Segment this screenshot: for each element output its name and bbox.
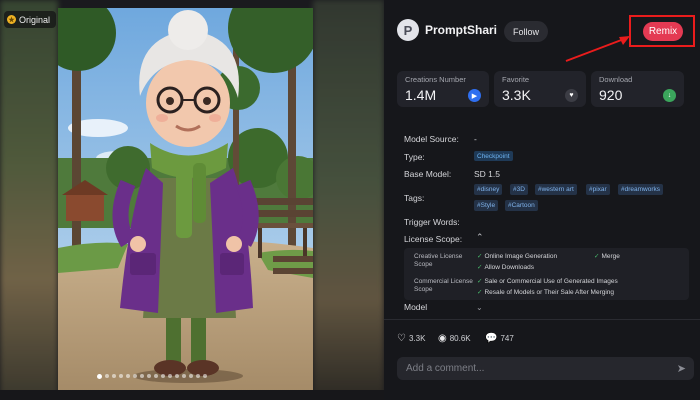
- avatar[interactable]: P: [397, 19, 419, 41]
- download-icon[interactable]: ↓: [663, 89, 676, 102]
- license-item: ✓ Online Image Generation: [477, 253, 558, 260]
- license-item: ✓ Allow Downloads: [477, 264, 534, 271]
- model-source-label: Model Source:: [404, 134, 459, 144]
- chevron-up-icon[interactable]: ⌃: [476, 232, 484, 243]
- carousel-dot[interactable]: [97, 373, 102, 379]
- stat-value: 920: [599, 87, 623, 103]
- views-count: 80.6K: [449, 334, 471, 343]
- carousel-dot[interactable]: [154, 374, 158, 378]
- stat-label: Favorite: [502, 75, 530, 84]
- license-item: ✓ Resale of Models or Their Sale After Me…: [477, 289, 615, 296]
- tag-chip[interactable]: #disney: [474, 184, 503, 195]
- like-button[interactable]: ♡ 3.3K: [397, 333, 425, 344]
- carousel-dot[interactable]: [168, 374, 172, 378]
- stat-card-favorite: Favorite 3.3K ♥: [494, 71, 586, 107]
- carousel-dot[interactable]: [147, 374, 151, 378]
- original-badge: ★ Original: [4, 11, 57, 28]
- stat-value: 1.4M: [405, 87, 437, 103]
- heart-icon: ♡: [397, 333, 406, 344]
- play-icon[interactable]: ▶: [468, 89, 481, 102]
- original-badge-label: Original: [19, 14, 51, 25]
- check-icon: ✓: [477, 289, 483, 296]
- model-section-label: Model: [404, 302, 428, 312]
- author-info[interactable]: P PromptShari...: [397, 19, 497, 41]
- creative-license-label: Creative License Scope: [414, 253, 463, 268]
- divider: [384, 319, 700, 320]
- stat-value: 3.3K: [502, 87, 531, 103]
- type-pill: Checkpoint: [474, 151, 513, 161]
- check-icon: ✓: [477, 253, 483, 260]
- stat-card-download: Download 920 ↓: [591, 71, 684, 107]
- detail-panel: P PromptShari... Follow Remix Creations …: [384, 0, 700, 400]
- carousel-dot[interactable]: [161, 374, 165, 378]
- license-scope-box: Creative License Scope ✓ Online Image Gen…: [404, 248, 689, 300]
- carousel-dot[interactable]: [119, 374, 123, 378]
- annotation-arrow: [565, 36, 630, 62]
- tag-chip[interactable]: #Style: [474, 200, 499, 211]
- check-icon: ✓: [477, 264, 483, 271]
- license-item: ✓ Merge: [594, 253, 620, 260]
- license-item: ✓ Sale or Commercial Use of Generated Ima…: [477, 278, 618, 285]
- remix-button[interactable]: Remix: [643, 22, 683, 41]
- model-source-value: -: [474, 134, 477, 144]
- comment-placeholder: Add a comment...: [406, 363, 485, 374]
- carousel-dot[interactable]: [105, 374, 109, 378]
- like-count: 3.3K: [408, 334, 426, 343]
- blurred-background-right: [313, 0, 384, 400]
- crown-icon: ★: [7, 15, 16, 24]
- comment-icon: 💬: [485, 333, 498, 344]
- views-counter: ◉ 80.6K: [438, 333, 471, 344]
- stat-label: Creations Number: [405, 75, 466, 84]
- comment-input[interactable]: Add a comment... ➤: [397, 357, 694, 380]
- carousel-dot[interactable]: [182, 374, 186, 378]
- tag-chip[interactable]: #pixar: [586, 184, 610, 195]
- stat-label: Download: [599, 75, 633, 84]
- carousel-dot[interactable]: [175, 374, 179, 378]
- generated-image[interactable]: [58, 8, 313, 391]
- comments-button[interactable]: 💬 747: [485, 333, 514, 344]
- tag-chip[interactable]: #western art: [535, 184, 577, 195]
- stat-card-creations: Creations Number 1.4M ▶: [397, 71, 489, 107]
- follow-button[interactable]: Follow: [504, 21, 549, 42]
- type-label: Type:: [404, 152, 425, 162]
- blurred-background-left: [0, 0, 58, 400]
- check-icon: ✓: [477, 278, 483, 285]
- trigger-words-label: Trigger Words:: [404, 217, 460, 227]
- base-model-label: Base Model:: [404, 169, 452, 179]
- carousel-dot[interactable]: [133, 374, 137, 378]
- tag-chip[interactable]: #dreamworks: [618, 184, 664, 195]
- carousel-dot[interactable]: [203, 374, 207, 378]
- send-icon[interactable]: ➤: [677, 362, 686, 375]
- carousel-indicator[interactable]: [97, 373, 207, 379]
- heart-icon[interactable]: ♥: [565, 89, 578, 102]
- image-viewer: ★ Original: [0, 0, 384, 400]
- chevron-down-icon[interactable]: ⌄: [476, 303, 483, 312]
- author-name[interactable]: PromptShari...: [425, 23, 497, 37]
- carousel-dot[interactable]: [112, 374, 116, 378]
- tags-label: Tags:: [404, 193, 425, 203]
- tag-chip[interactable]: #Cartoon: [505, 200, 538, 211]
- base-model-value: SD 1.5: [474, 169, 500, 179]
- grandma-illustration: [58, 8, 313, 391]
- check-icon: ✓: [594, 253, 600, 260]
- tag-chip[interactable]: #3D: [510, 184, 528, 195]
- carousel-dot[interactable]: [196, 374, 200, 378]
- carousel-dot[interactable]: [140, 374, 144, 378]
- comments-count: 747: [500, 334, 514, 343]
- license-scope-label: License Scope:: [404, 234, 463, 244]
- carousel-dot[interactable]: [189, 374, 193, 378]
- image-bottom-edge: [0, 390, 384, 400]
- carousel-dot[interactable]: [126, 374, 130, 378]
- commercial-license-label: Commercial License Scope: [414, 278, 473, 293]
- eye-icon: ◉: [438, 333, 447, 344]
